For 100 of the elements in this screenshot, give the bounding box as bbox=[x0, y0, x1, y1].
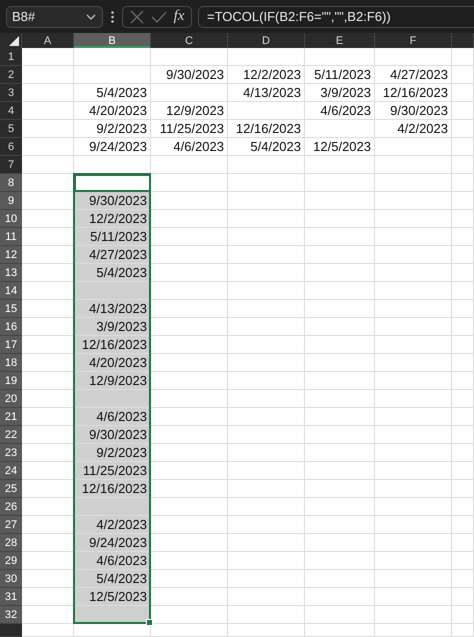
row-header[interactable]: 8 bbox=[0, 174, 22, 192]
row-header[interactable]: 25 bbox=[0, 480, 22, 498]
row-header[interactable]: 23 bbox=[0, 444, 22, 462]
table-cell: 9/24/2023 bbox=[74, 138, 151, 156]
table-cell bbox=[305, 354, 375, 372]
cancel-icon[interactable] bbox=[130, 10, 144, 24]
table-cell: 9/30/2023 bbox=[74, 192, 151, 210]
row-header[interactable]: 30 bbox=[0, 570, 22, 588]
table-cell: 9/2/2023 bbox=[74, 444, 151, 462]
row-header[interactable]: 1 bbox=[0, 48, 22, 66]
table-cell: 11/25/2023 bbox=[74, 462, 151, 480]
row-header[interactable]: 3 bbox=[0, 84, 22, 102]
table-cell: 4/13/2023 bbox=[74, 300, 151, 318]
table-cell: 4/6/2023 bbox=[151, 138, 228, 156]
column-header[interactable]: B bbox=[74, 33, 151, 48]
table-cell bbox=[305, 390, 375, 408]
table-cell bbox=[452, 174, 474, 192]
row-header[interactable]: 17 bbox=[0, 336, 22, 354]
check-icon[interactable] bbox=[150, 10, 167, 22]
table-cell bbox=[452, 48, 474, 66]
table-cell: 5/4/2023 bbox=[74, 570, 151, 588]
formula-field[interactable]: =TOCOL(IF(B2:F6="","",B2:F6)) bbox=[198, 6, 474, 28]
row-header[interactable]: 15 bbox=[0, 300, 22, 318]
row-header[interactable]: 28 bbox=[0, 534, 22, 552]
table-cell bbox=[452, 354, 474, 372]
table-cell bbox=[305, 570, 375, 588]
column-header[interactable]: E bbox=[305, 33, 375, 48]
table-cell bbox=[452, 516, 474, 534]
fill-handle[interactable] bbox=[146, 619, 153, 626]
row-header[interactable]: 12 bbox=[0, 246, 22, 264]
table-cell bbox=[452, 264, 474, 282]
table-cell bbox=[452, 588, 474, 606]
table-cell bbox=[452, 534, 474, 552]
row-header[interactable]: 19 bbox=[0, 372, 22, 390]
table-cell bbox=[452, 426, 474, 444]
table-cell bbox=[452, 372, 474, 390]
table-cell bbox=[452, 570, 474, 588]
row-header[interactable]: 4 bbox=[0, 102, 22, 120]
table-cell: 4/13/2023 bbox=[228, 84, 305, 102]
table-cell: 5/11/2023 bbox=[305, 66, 375, 84]
table-cell: 9/30/2023 bbox=[74, 426, 151, 444]
table-cell bbox=[452, 66, 474, 84]
select-all-button[interactable] bbox=[0, 33, 22, 48]
column-header[interactable]: D bbox=[228, 33, 305, 48]
row-header[interactable]: 31 bbox=[0, 588, 22, 606]
row-header[interactable]: 7 bbox=[0, 156, 22, 174]
table-cell bbox=[305, 264, 375, 282]
table-cell bbox=[305, 246, 375, 264]
table-cell: 5/4/2023 bbox=[74, 264, 151, 282]
table-cell bbox=[305, 534, 375, 552]
table-cell bbox=[452, 480, 474, 498]
row-header[interactable]: 21 bbox=[0, 408, 22, 426]
row-header[interactable]: 6 bbox=[0, 138, 22, 156]
table-cell bbox=[305, 156, 375, 174]
row-header[interactable]: 9 bbox=[0, 192, 22, 210]
table-cell bbox=[305, 174, 375, 192]
chevron-down-icon bbox=[86, 14, 96, 20]
column-header[interactable]: F bbox=[375, 33, 452, 48]
table-cell bbox=[305, 498, 375, 516]
row-header[interactable]: 26 bbox=[0, 498, 22, 516]
row-header[interactable]: 14 bbox=[0, 282, 22, 300]
table-cell bbox=[305, 228, 375, 246]
table-cell bbox=[452, 552, 474, 570]
table-cell: 5/4/2023 bbox=[228, 138, 305, 156]
row-header[interactable]: 5 bbox=[0, 120, 22, 138]
table-cell bbox=[452, 120, 474, 138]
more-icon[interactable] bbox=[111, 10, 114, 22]
insert-function-button[interactable]: fx bbox=[174, 8, 184, 25]
table-cell bbox=[452, 336, 474, 354]
row-header[interactable]: 18 bbox=[0, 354, 22, 372]
row-header[interactable]: 29 bbox=[0, 552, 22, 570]
name-box[interactable]: B8# bbox=[6, 6, 103, 28]
table-cell bbox=[305, 444, 375, 462]
row-header[interactable]: 16 bbox=[0, 318, 22, 336]
table-cell bbox=[452, 390, 474, 408]
row-header[interactable]: 22 bbox=[0, 426, 22, 444]
row-header[interactable]: 20 bbox=[0, 390, 22, 408]
table-cell bbox=[305, 516, 375, 534]
table-cell: 4/20/2023 bbox=[74, 354, 151, 372]
row-header[interactable]: 32 bbox=[0, 606, 22, 624]
table-cell: 4/6/2023 bbox=[74, 552, 151, 570]
table-cell bbox=[305, 318, 375, 336]
table-cell: 4/6/2023 bbox=[74, 408, 151, 426]
row-header[interactable]: 13 bbox=[0, 264, 22, 282]
row-header[interactable]: 11 bbox=[0, 228, 22, 246]
table-cell bbox=[305, 588, 375, 606]
column-header[interactable]: C bbox=[151, 33, 228, 48]
table-cell bbox=[305, 300, 375, 318]
row-header[interactable]: 27 bbox=[0, 516, 22, 534]
table-cell: 12/16/2023 bbox=[74, 336, 151, 354]
column-header[interactable]: A bbox=[22, 33, 74, 48]
table-cell: 4/2/2023 bbox=[375, 120, 452, 138]
row-header[interactable]: 24 bbox=[0, 462, 22, 480]
table-cell: 9/30/2023 bbox=[151, 66, 228, 84]
table-cell bbox=[452, 624, 474, 637]
row-header[interactable]: 10 bbox=[0, 210, 22, 228]
table-cell bbox=[452, 300, 474, 318]
table-cell: 3/9/2023 bbox=[305, 84, 375, 102]
table-cell: 4/27/2023 bbox=[375, 66, 452, 84]
row-header[interactable]: 2 bbox=[0, 66, 22, 84]
